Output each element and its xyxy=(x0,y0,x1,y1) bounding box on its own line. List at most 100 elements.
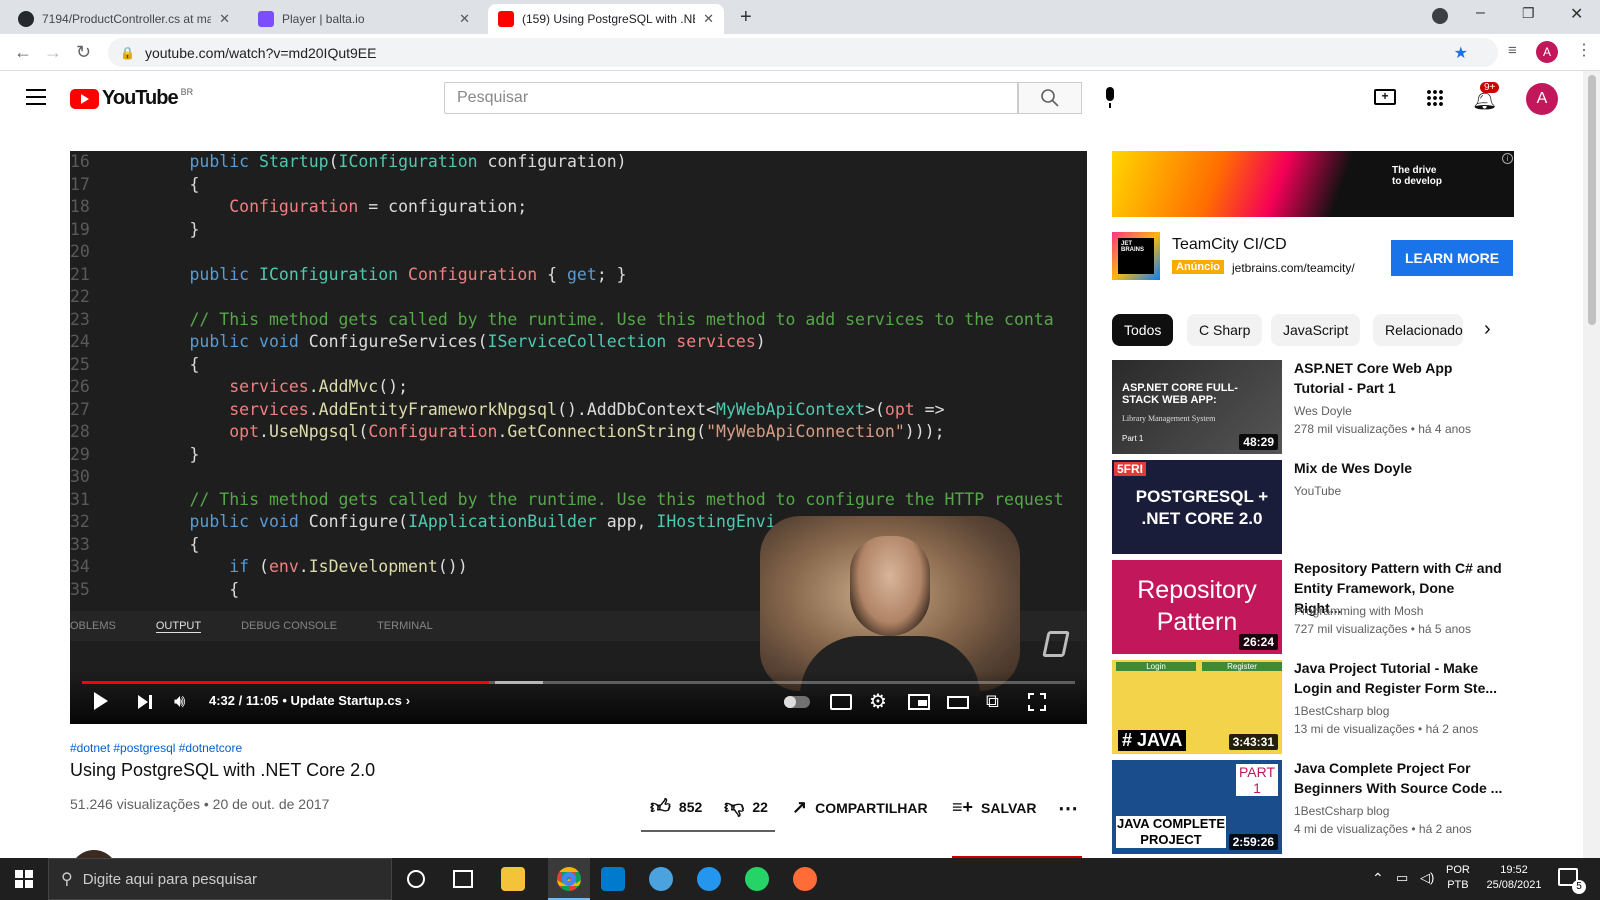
back-icon[interactable]: ← xyxy=(14,42,32,63)
share-button[interactable]: ↗ COMPARTILHAR xyxy=(792,797,928,818)
bookmark-star-icon[interactable]: ★ xyxy=(1454,43,1468,63)
code-line: 18 Configuration = configuration; xyxy=(70,196,1087,219)
create-video-icon[interactable]: + xyxy=(1374,89,1396,105)
dislike-button[interactable]: 👎︎ 22 xyxy=(724,795,768,819)
related-video-thumbnail[interactable]: Repository Pattern 26:24 xyxy=(1112,560,1282,654)
learn-more-button[interactable]: LEARN MORE xyxy=(1391,240,1513,276)
media-icon[interactable]: ≡ xyxy=(1508,42,1517,59)
related-video-thumbnail[interactable]: # JAVA Login Register 3:43:31 xyxy=(1112,660,1282,754)
related-video-channel[interactable]: YouTube xyxy=(1294,482,1514,500)
browser-tab-youtube[interactable]: (159) Using PostgreSQL with .NET ✕ xyxy=(488,4,724,34)
tab-search-icon[interactable] xyxy=(1432,8,1448,24)
close-tab-icon[interactable]: ✕ xyxy=(219,11,230,27)
cortana-icon[interactable] xyxy=(407,870,425,888)
docker-icon[interactable] xyxy=(697,867,721,891)
chrome-icon xyxy=(557,867,581,891)
video-hashtags[interactable]: #dotnet #postgresql #dotnetcore xyxy=(70,741,242,755)
volume-tray-icon[interactable]: ◁) xyxy=(1420,870,1434,886)
volume-icon[interactable]: 🔊︎ xyxy=(174,691,185,712)
video-player[interactable]: 16 public Startup(IConfiguration configu… xyxy=(70,151,1087,724)
related-video-meta: 13 mi de visualizações • há 2 anos xyxy=(1294,722,1479,736)
menu-icon[interactable] xyxy=(26,89,46,105)
postman-icon[interactable] xyxy=(793,867,817,891)
whatsapp-icon[interactable] xyxy=(745,867,769,891)
chip-relacionado[interactable]: Relacionado xyxy=(1373,314,1463,346)
jetbrains-logo[interactable]: JET BRAINS xyxy=(1112,232,1160,280)
taskbar-search-input[interactable]: ⚲ Digite aqui para pesquisar xyxy=(48,858,392,900)
language-indicator[interactable]: POR PTB xyxy=(1446,863,1470,893)
code-line: 17 { xyxy=(70,174,1087,197)
task-view-icon[interactable] xyxy=(453,870,473,888)
search-button[interactable] xyxy=(1018,82,1082,114)
save-button[interactable]: ≡+ SALVAR xyxy=(952,797,1037,818)
chapter-arrow-icon[interactable]: › xyxy=(406,693,410,708)
subtitles-icon[interactable] xyxy=(830,694,852,710)
close-window-icon[interactable]: ✕ xyxy=(1570,4,1583,24)
related-video-title[interactable]: Java Complete Project For Beginners With… xyxy=(1294,758,1504,798)
scrollbar-thumb[interactable] xyxy=(1587,75,1596,325)
related-video-thumbnail[interactable]: JAVA COMPLETE PROJECT PART 1 2:59:26 xyxy=(1112,760,1282,854)
minimize-icon[interactable]: – xyxy=(1476,4,1485,22)
related-video-title[interactable]: ASP.NET Core Web App Tutorial - Part 1 xyxy=(1294,358,1504,398)
clock[interactable]: 19:52 25/08/2021 xyxy=(1484,863,1544,893)
save-label: SALVAR xyxy=(981,799,1037,816)
related-video-channel[interactable]: 1BestCsharp blog xyxy=(1294,702,1514,720)
new-tab-button[interactable]: + xyxy=(740,6,752,29)
related-video-channel[interactable]: 1BestCsharp blog xyxy=(1294,802,1514,820)
cast-icon[interactable]: ⧉ xyxy=(986,691,999,712)
share-label: COMPARTILHAR xyxy=(815,799,928,816)
taskbar-chrome-active[interactable] xyxy=(548,858,590,900)
vscode-icon[interactable] xyxy=(601,867,625,891)
profile-avatar[interactable]: A xyxy=(1536,41,1558,63)
ad-info-icon[interactable]: i xyxy=(1502,153,1513,164)
browser-tab-balta[interactable]: Player | balta.io ✕ xyxy=(248,4,480,34)
close-tab-icon[interactable]: ✕ xyxy=(703,11,714,27)
forward-icon[interactable]: → xyxy=(44,42,62,63)
file-explorer-icon[interactable] xyxy=(501,867,525,891)
chip-todos[interactable]: Todos xyxy=(1112,314,1174,346)
ad-banner[interactable]: The drive to develop i xyxy=(1112,151,1514,217)
chip-javascript[interactable]: JavaScript xyxy=(1271,314,1361,346)
miniplayer-icon[interactable] xyxy=(908,694,930,710)
like-button[interactable]: 👍︎ 852 xyxy=(650,795,702,819)
address-bar[interactable]: 🔒 youtube.com/watch?v=md20IQut9EE ★ xyxy=(108,38,1498,67)
presenter-webcam xyxy=(760,516,1020,696)
azure-data-studio-icon[interactable] xyxy=(649,867,673,891)
search-input[interactable]: Pesquisar xyxy=(444,82,1018,114)
reload-icon[interactable]: ↻ xyxy=(76,42,91,63)
channel-watermark-icon[interactable] xyxy=(1042,631,1070,657)
code-line: 29 } xyxy=(70,444,1087,467)
account-avatar[interactable]: A xyxy=(1526,83,1558,115)
chip-c-sharp[interactable]: C Sharp xyxy=(1187,314,1263,346)
related-video-channel[interactable]: Wes Doyle xyxy=(1294,402,1514,420)
page-scrollbar[interactable] xyxy=(1583,71,1600,858)
tray-chevron-icon[interactable]: ⌃ xyxy=(1372,870,1384,887)
theater-mode-icon[interactable] xyxy=(947,696,969,709)
browser-tab-github[interactable]: 7194/ProductController.cs at ma ✕ xyxy=(8,4,240,34)
related-video-thumbnail[interactable]: ASP.NET CORE FULL-STACK WEB APP: Library … xyxy=(1112,360,1282,454)
apps-grid-icon[interactable] xyxy=(1426,89,1444,107)
browser-menu-icon[interactable]: ⋮ xyxy=(1576,40,1592,60)
youtube-logo[interactable]: YouTube BR xyxy=(70,87,193,110)
chapter-title[interactable]: • Update Startup.cs xyxy=(282,693,401,708)
next-icon[interactable] xyxy=(138,695,148,709)
play-icon[interactable] xyxy=(94,692,108,710)
code-line: 27 services.AddEntityFrameworkNpgsql().A… xyxy=(70,399,1087,422)
more-actions-icon[interactable]: ⋯ xyxy=(1058,796,1078,821)
related-video-thumbnail[interactable]: POSTGRESQL + .NET CORE 2.0 5FRI xyxy=(1112,460,1282,554)
related-video-title[interactable]: Java Project Tutorial - Make Login and R… xyxy=(1294,658,1504,698)
ad-title[interactable]: TeamCity CI/CD xyxy=(1172,236,1287,254)
line-number: 33 xyxy=(70,534,90,554)
chips-next-icon[interactable]: › xyxy=(1484,318,1491,341)
settings-gear-icon[interactable]: ⚙ xyxy=(869,689,887,714)
autoplay-toggle[interactable] xyxy=(784,696,810,708)
related-video-title[interactable]: Mix de Wes Doyle xyxy=(1294,458,1504,478)
related-video-channel[interactable]: Programming with Mosh xyxy=(1294,602,1514,620)
windows-start-icon[interactable] xyxy=(15,870,33,888)
fullscreen-icon[interactable] xyxy=(1028,693,1046,711)
line-number: 22 xyxy=(70,287,90,306)
mic-icon[interactable] xyxy=(1096,85,1124,113)
restore-icon[interactable]: ❐ xyxy=(1522,5,1535,22)
network-icon[interactable]: ▭ xyxy=(1396,870,1408,886)
close-tab-icon[interactable]: ✕ xyxy=(459,11,470,27)
